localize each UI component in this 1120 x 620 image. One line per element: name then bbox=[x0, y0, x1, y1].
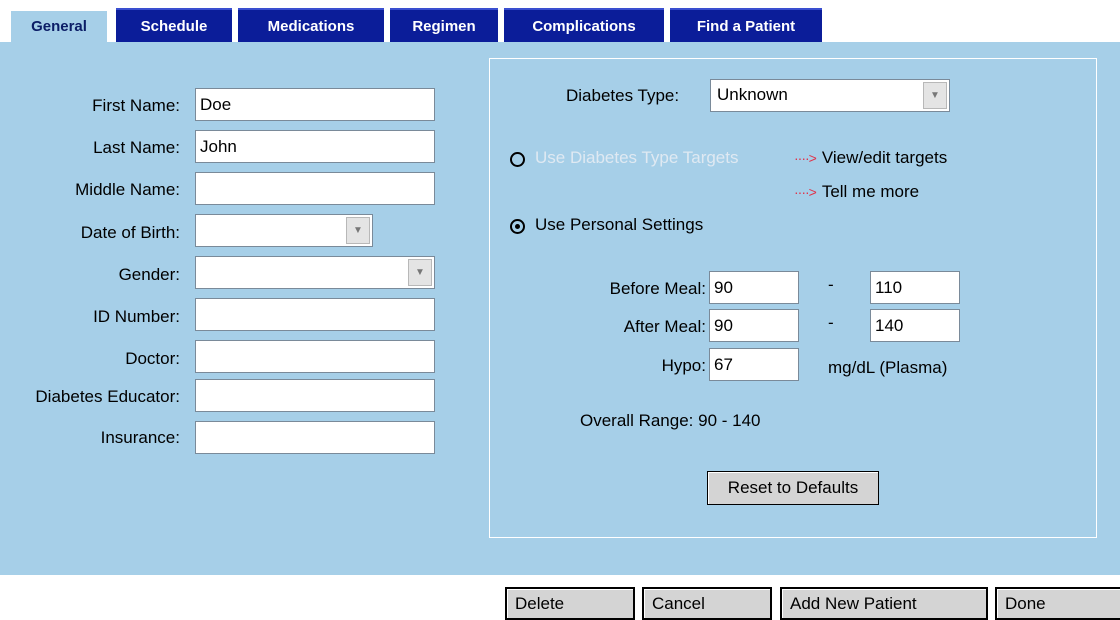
after-meal-label: After Meal: bbox=[623, 317, 706, 336]
dotted-arrow-icon: ····> bbox=[794, 184, 817, 200]
insurance-label: Insurance: bbox=[100, 428, 180, 447]
chevron-down-icon[interactable]: ▼ bbox=[923, 82, 947, 109]
diabetes-type-label: Diabetes Type: bbox=[566, 86, 680, 105]
cancel-button[interactable]: Cancel bbox=[642, 587, 772, 620]
tab-find-a-patient[interactable]: Find a Patient bbox=[670, 8, 822, 42]
before-meal-dash: - bbox=[828, 275, 834, 294]
before-meal-label: Before Meal: bbox=[609, 279, 706, 298]
middle-name-input[interactable] bbox=[195, 172, 435, 205]
tab-schedule[interactable]: Schedule bbox=[116, 8, 232, 42]
middle-name-label: Middle Name: bbox=[75, 180, 180, 199]
id-number-label: ID Number: bbox=[93, 307, 180, 326]
gender-dropdown[interactable]: ▼ bbox=[195, 256, 435, 289]
reset-to-defaults-button[interactable]: Reset to Defaults bbox=[707, 471, 879, 505]
chevron-down-icon[interactable]: ▼ bbox=[346, 217, 370, 244]
use-personal-settings-radio[interactable] bbox=[510, 219, 525, 234]
tab-regimen[interactable]: Regimen bbox=[390, 8, 498, 42]
use-type-targets-label: Use Diabetes Type Targets bbox=[535, 148, 739, 167]
doctor-input[interactable] bbox=[195, 340, 435, 373]
before-meal-high-input[interactable]: 110 bbox=[870, 271, 960, 304]
date-of-birth-label: Date of Birth: bbox=[80, 223, 180, 242]
done-button[interactable]: Done bbox=[995, 587, 1120, 620]
diabetes-type-value: Unknown bbox=[717, 85, 788, 104]
before-meal-low-input[interactable]: 90 bbox=[709, 271, 799, 304]
glucose-targets-box: Diabetes Type: Unknown ▼ Use Diabetes Ty… bbox=[489, 58, 1097, 538]
diabetes-educator-label: Diabetes Educator: bbox=[35, 387, 180, 406]
last-name-input[interactable]: John bbox=[195, 130, 435, 163]
diabetes-educator-input[interactable] bbox=[195, 379, 435, 412]
view-edit-targets-text: View/edit targets bbox=[821, 148, 948, 167]
tab-bar: General Schedule Medications Regimen Com… bbox=[0, 0, 1120, 42]
use-type-targets-radio[interactable] bbox=[510, 152, 525, 167]
units-label: mg/dL (Plasma) bbox=[828, 358, 948, 377]
add-new-patient-button[interactable]: Add New Patient bbox=[780, 587, 988, 620]
tab-general[interactable]: General bbox=[11, 9, 107, 42]
tell-me-more-text: Tell me more bbox=[821, 182, 920, 201]
diabetes-type-dropdown[interactable]: Unknown ▼ bbox=[710, 79, 950, 112]
use-personal-settings-label: Use Personal Settings bbox=[535, 215, 704, 234]
first-name-input[interactable]: Doe bbox=[195, 88, 435, 121]
first-name-label: First Name: bbox=[92, 96, 180, 115]
id-number-input[interactable] bbox=[195, 298, 435, 331]
hypo-input[interactable]: 67 bbox=[709, 348, 799, 381]
insurance-input[interactable] bbox=[195, 421, 435, 454]
doctor-label: Doctor: bbox=[125, 349, 180, 368]
chevron-down-icon[interactable]: ▼ bbox=[408, 259, 432, 286]
tell-me-more-link[interactable]: ····> Tell me more bbox=[794, 182, 919, 202]
dotted-arrow-icon: ····> bbox=[794, 150, 817, 166]
view-edit-targets-link[interactable]: ····> View/edit targets bbox=[794, 148, 947, 168]
overall-range-label: Overall Range: 90 - 140 bbox=[580, 411, 761, 430]
general-panel: First Name: Doe Last Name: John Middle N… bbox=[0, 42, 1120, 575]
hypo-label: Hypo: bbox=[661, 356, 706, 375]
tab-medications[interactable]: Medications bbox=[238, 8, 384, 42]
after-meal-dash: - bbox=[828, 313, 834, 332]
date-of-birth-dropdown[interactable]: ▼ bbox=[195, 214, 373, 247]
after-meal-high-input[interactable]: 140 bbox=[870, 309, 960, 342]
last-name-label: Last Name: bbox=[93, 138, 180, 157]
gender-label: Gender: bbox=[118, 265, 180, 284]
after-meal-low-input[interactable]: 90 bbox=[709, 309, 799, 342]
delete-button[interactable]: Delete bbox=[505, 587, 635, 620]
tab-complications[interactable]: Complications bbox=[504, 8, 664, 42]
